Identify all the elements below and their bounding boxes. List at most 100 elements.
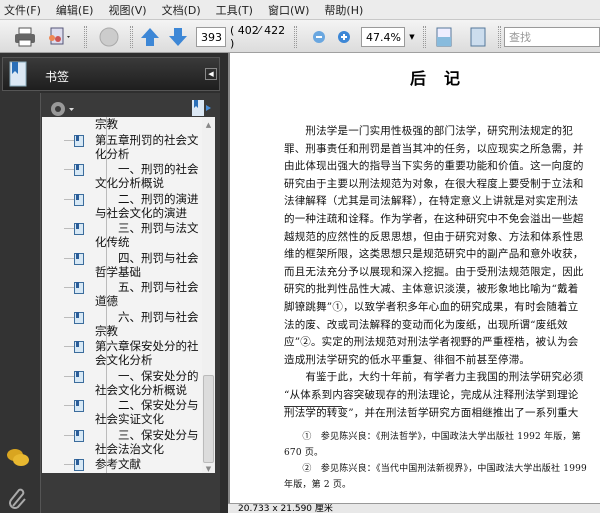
collaborate-button[interactable] xyxy=(44,26,74,48)
page-count: ( 402⁄ 422 ) xyxy=(230,24,286,50)
scroll-up-arrow[interactable]: ▲ xyxy=(202,121,215,129)
page-number-input[interactable]: 393 xyxy=(196,27,226,47)
fit-width-button[interactable] xyxy=(434,26,454,48)
bookmark-label: 一、保安处分的社会文化分析概说 xyxy=(95,368,199,397)
bookmark-item[interactable]: 六、犯罪与社会宗教 xyxy=(42,117,202,133)
bookmark-label: 六、犯罪与社会宗教 xyxy=(95,117,118,131)
menu-tools[interactable]: 工具(T) xyxy=(216,2,253,18)
bookmark-scrollbar[interactable]: ▲ ▼ xyxy=(202,117,215,473)
search-input[interactable]: 查找 xyxy=(504,27,600,47)
expand-bookmark-icon[interactable] xyxy=(191,99,213,117)
bookmark-page-icon xyxy=(74,282,84,294)
comments-icon[interactable] xyxy=(6,448,30,468)
bookmark-item[interactable]: 第六章保安处分的社会文化分析 xyxy=(42,339,202,369)
text-line: 有鉴于此，大约十年前，有学者力主我国的刑法学研究必须 xyxy=(284,371,584,384)
bookmark-page-icon xyxy=(74,223,84,235)
bookmark-item[interactable]: 三、保安处分与社会法治文化 xyxy=(42,428,202,458)
bookmark-item[interactable]: 五、刑罚与社会道德 xyxy=(42,280,202,310)
bookmark-page-icon xyxy=(74,429,84,442)
menu-file[interactable]: 文件(F) xyxy=(4,2,41,18)
text-line: 法律解释（尤其是司法解释），在特定意义上讲就是对实定刑法 xyxy=(284,195,579,208)
text-line: 罪、刑事责任和刑罚是首当其冲的任务，以应现实之所急需，并 xyxy=(284,142,584,155)
bookmark-label: 六、刑罚与社会宗教 xyxy=(95,309,199,338)
menu-window[interactable]: 窗口(W) xyxy=(268,2,309,18)
bookmark-label: 五、刑罚与社会道德 xyxy=(95,280,199,308)
scroll-thumb[interactable] xyxy=(203,375,214,463)
bookmark-page-icon xyxy=(74,134,84,147)
bookmark-item[interactable]: 参考文献 xyxy=(42,457,202,473)
footnote-line: 年版，第 2 页。 xyxy=(284,480,352,490)
menu-help[interactable]: 帮助(H) xyxy=(324,2,363,18)
bookmark-label: 第五章刑罚的社会文化分析 xyxy=(95,132,199,161)
text-line: 法的废、改或司法解释的变动而化为废纸，出现所谓“废纸效 xyxy=(284,318,568,331)
bookmarks-header: 书签 ◀ xyxy=(2,57,220,91)
arrow-down-icon xyxy=(169,28,187,46)
bookmark-item[interactable]: 一、刑罚的社会文化分析概说 xyxy=(42,162,202,192)
bookmark-item[interactable]: 四、刑罚与社会哲学基础 xyxy=(42,251,202,281)
footnote-line: ② 参见陈兴良：《当代中国刑法新视界》，中国政法大学出版社 1999 xyxy=(284,464,587,474)
bookmark-label: 三、保安处分与社会法治文化 xyxy=(95,427,199,456)
bookmark-label: 二、保安处分与社会实证文化 xyxy=(95,398,199,426)
minus-icon xyxy=(313,31,325,43)
text-line: 刑法学的转变”，并在刑法哲学研究方面相继推出了一系列重大 xyxy=(284,406,579,419)
gear-options-icon[interactable] xyxy=(49,101,77,117)
bookmark-page-icon xyxy=(74,164,84,176)
bookmark-page-icon xyxy=(74,370,84,383)
bookmark-page-icon xyxy=(74,311,84,324)
text-line: 维的框架所限，这类思想只是规范研究中的副产品和意外收获， xyxy=(284,248,584,261)
navigation-pane: 书签 ◀ 六、犯罪与社会宗教第五章刑罚的社会文化分析一、刑罚的社会文化分析概说二… xyxy=(0,53,228,513)
bookmark-item[interactable]: 三、刑罚与法文化传统 xyxy=(42,221,202,251)
bookmark-item[interactable]: 二、刑罚的演进与社会文化的演进 xyxy=(42,192,202,222)
share-button[interactable] xyxy=(96,26,122,48)
bookmark-list: 六、犯罪与社会宗教第五章刑罚的社会文化分析一、刑罚的社会文化分析概说二、刑罚的演… xyxy=(42,117,202,473)
fit-page-button[interactable] xyxy=(468,26,488,48)
globe-icon xyxy=(99,27,119,47)
status-bar: 20.733 x 21.590 厘米 xyxy=(228,503,600,513)
attachment-icon[interactable] xyxy=(8,488,28,510)
toolbar: 393 ( 402⁄ 422 ) 47.4% ▼ 查找 xyxy=(0,19,600,53)
zoom-input[interactable]: 47.4% xyxy=(361,27,405,47)
text-line: 越规范的应然性的反思思想，但由于研究对象、方法和体系性思 xyxy=(284,230,584,243)
bookmark-icon[interactable] xyxy=(9,61,27,87)
bookmark-label: 第六章保安处分的社会文化分析 xyxy=(95,339,199,367)
footnote-line: 670 页。 xyxy=(284,448,324,458)
bookmark-item[interactable]: 第五章刑罚的社会文化分析 xyxy=(42,133,202,163)
previous-page-button[interactable] xyxy=(138,26,162,48)
bookmark-page-icon xyxy=(74,400,84,412)
text-line: 的一种注疏和诠释。作为学者，在这种研究中不免会溢出一些超 xyxy=(284,213,584,225)
menu-view[interactable]: 视图(V) xyxy=(108,2,146,18)
people-document-icon xyxy=(49,27,70,45)
bookmark-item[interactable]: 二、保安处分与社会实证文化 xyxy=(42,398,202,428)
print-button[interactable] xyxy=(12,26,38,48)
zoom-in-button[interactable] xyxy=(336,26,352,48)
bookmark-page-icon xyxy=(74,459,84,471)
collapse-pane-button[interactable]: ◀ xyxy=(205,68,217,80)
bookmark-label: 参考文献 xyxy=(95,457,141,471)
bookmark-item[interactable]: 一、保安处分的社会文化分析概说 xyxy=(42,369,202,399)
zoom-dropdown[interactable]: ▼ xyxy=(406,26,418,48)
bookmark-item[interactable]: 六、刑罚与社会宗教 xyxy=(42,310,202,340)
page-heading: 后记 xyxy=(410,69,479,88)
page-size: 20.733 x 21.590 厘米 xyxy=(238,504,333,513)
bookmark-page-icon xyxy=(74,252,84,265)
text-line: 研究的批判性品性大减、主体意识淡漠，被形象地比喻为“戴着 xyxy=(284,283,579,296)
nav-icon-strip xyxy=(0,53,40,513)
menu-edit[interactable]: 编辑(E) xyxy=(56,2,94,18)
text-line: 由此体现出强大的指导当下实务的重要功能和价值。这一向度的 xyxy=(284,160,584,173)
arrow-up-icon xyxy=(141,28,159,46)
bookmark-label: 四、刑罚与社会哲学基础 xyxy=(95,250,199,279)
menu-document[interactable]: 文档(D) xyxy=(162,2,201,18)
text-line: 而且无法充分予以展现和深入挖掘。由于受刑法规范限定，因此 xyxy=(284,265,584,278)
bookmark-page-icon xyxy=(74,193,84,206)
text-line: 脚镣跳舞”①，以致学者积多年心血的研究成果，有时会随着立 xyxy=(284,301,579,313)
scroll-down-arrow[interactable]: ▼ xyxy=(202,465,215,473)
bookmark-label: 二、刑罚的演进与社会文化的演进 xyxy=(95,191,199,220)
bookmark-page-icon xyxy=(74,341,84,353)
zoom-out-button[interactable] xyxy=(311,26,327,48)
printer-icon xyxy=(15,27,35,47)
text-line: “从体系到内容突破现存的刑法理论，完成从注释刑法学到理论 xyxy=(284,389,579,401)
menu-bar: 文件(F) 编辑(E) 视图(V) 文档(D) 工具(T) 窗口(W) 帮助(H… xyxy=(0,0,600,19)
document-view[interactable]: 后记 刑法学是一门实用性极强的部门法学，研究刑法规定的犯 罪、刑事责任和刑罚是首当… xyxy=(228,53,600,513)
next-page-button[interactable] xyxy=(166,26,190,48)
fit-page-icon xyxy=(470,27,486,47)
